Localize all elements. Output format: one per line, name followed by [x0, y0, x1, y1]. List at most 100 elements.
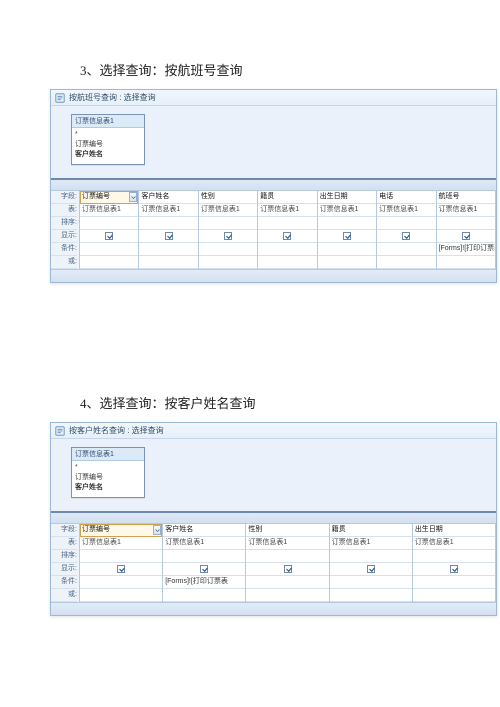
- cell-table[interactable]: 订票信息表1: [246, 537, 328, 550]
- cell-field[interactable]: 电话: [377, 191, 435, 204]
- cell-show[interactable]: [80, 230, 138, 243]
- cell-or[interactable]: [163, 589, 245, 602]
- cell-show[interactable]: [199, 230, 257, 243]
- cell-field[interactable]: 出生日期: [318, 191, 376, 204]
- source-field[interactable]: 订票编号: [75, 140, 141, 150]
- cell-or[interactable]: [139, 256, 197, 269]
- cell-show[interactable]: [80, 563, 162, 576]
- cell-criteria[interactable]: [413, 576, 495, 589]
- splitter[interactable]: [51, 180, 496, 191]
- cell-show[interactable]: [258, 230, 316, 243]
- cell-or[interactable]: [437, 256, 495, 269]
- cell-criteria[interactable]: [Forms]![打印订票表: [163, 576, 245, 589]
- splitter[interactable]: [51, 513, 496, 524]
- cell-or[interactable]: [80, 256, 138, 269]
- cell-show[interactable]: [437, 230, 495, 243]
- cell-table[interactable]: 订票信息表1: [80, 204, 138, 217]
- cell-or[interactable]: [377, 256, 435, 269]
- cell-sort[interactable]: [139, 217, 197, 230]
- cell-show[interactable]: [139, 230, 197, 243]
- source-all-fields[interactable]: *: [75, 463, 141, 473]
- cell-criteria[interactable]: [330, 576, 412, 589]
- cell-field[interactable]: 航班号: [437, 191, 495, 204]
- cell-table[interactable]: 订票信息表1: [330, 537, 412, 550]
- cell-sort[interactable]: [163, 550, 245, 563]
- cell-show[interactable]: [163, 563, 245, 576]
- cell-or[interactable]: [413, 589, 495, 602]
- checkbox-icon[interactable]: [200, 565, 208, 573]
- query-icon: [55, 426, 65, 436]
- cell-or[interactable]: [318, 256, 376, 269]
- grid-column: 订票编号订票信息表1: [80, 524, 163, 602]
- cell-field[interactable]: 出生日期: [413, 524, 495, 537]
- cell-table[interactable]: 订票信息表1: [437, 204, 495, 217]
- cell-field[interactable]: 性别: [199, 191, 257, 204]
- checkbox-icon[interactable]: [117, 565, 125, 573]
- source-all-fields[interactable]: *: [75, 130, 141, 140]
- cell-field[interactable]: 客户姓名: [163, 524, 245, 537]
- cell-sort[interactable]: [318, 217, 376, 230]
- cell-table[interactable]: 订票信息表1: [163, 537, 245, 550]
- cell-criteria[interactable]: [199, 243, 257, 256]
- cell-criteria[interactable]: [258, 243, 316, 256]
- source-table-box[interactable]: 订票信息表1*订票编号客户姓名: [71, 447, 145, 498]
- cell-show[interactable]: [413, 563, 495, 576]
- cell-table[interactable]: 订票信息表1: [139, 204, 197, 217]
- cell-table[interactable]: 订票信息表1: [258, 204, 316, 217]
- field-dropdown-icon[interactable]: [153, 525, 161, 535]
- cell-criteria[interactable]: [139, 243, 197, 256]
- source-table-box[interactable]: 订票信息表1*订票编号客户姓名: [71, 114, 145, 165]
- cell-criteria[interactable]: [Forms]![打印订票表: [437, 243, 495, 256]
- checkbox-icon[interactable]: [224, 232, 232, 240]
- cell-show[interactable]: [246, 563, 328, 576]
- cell-table[interactable]: 订票信息表1: [318, 204, 376, 217]
- cell-sort[interactable]: [80, 550, 162, 563]
- cell-criteria[interactable]: [80, 576, 162, 589]
- source-field[interactable]: 订票编号: [75, 473, 141, 483]
- cell-criteria[interactable]: [246, 576, 328, 589]
- cell-or[interactable]: [246, 589, 328, 602]
- cell-criteria[interactable]: [377, 243, 435, 256]
- cell-table[interactable]: 订票信息表1: [199, 204, 257, 217]
- cell-sort[interactable]: [258, 217, 316, 230]
- cell-field[interactable]: 籍贯: [258, 191, 316, 204]
- cell-criteria[interactable]: [318, 243, 376, 256]
- field-dropdown-icon[interactable]: [129, 192, 137, 202]
- cell-sort[interactable]: [80, 217, 138, 230]
- grid-row-labels: 字段:表:排序:显示:条件:或:: [51, 524, 80, 602]
- checkbox-icon[interactable]: [284, 565, 292, 573]
- cell-or[interactable]: [199, 256, 257, 269]
- checkbox-icon[interactable]: [165, 232, 173, 240]
- cell-field[interactable]: 订票编号: [80, 524, 162, 537]
- checkbox-icon[interactable]: [283, 232, 291, 240]
- source-field[interactable]: 客户姓名: [75, 150, 141, 160]
- checkbox-icon[interactable]: [105, 232, 113, 240]
- cell-field[interactable]: 性别: [246, 524, 328, 537]
- checkbox-icon[interactable]: [343, 232, 351, 240]
- cell-field[interactable]: 籍贯: [330, 524, 412, 537]
- cell-table[interactable]: 订票信息表1: [80, 537, 162, 550]
- source-field[interactable]: 客户姓名: [75, 483, 141, 493]
- checkbox-icon[interactable]: [367, 565, 375, 573]
- cell-show[interactable]: [377, 230, 435, 243]
- cell-show[interactable]: [330, 563, 412, 576]
- query-diagram-pane: 订票信息表1*订票编号客户姓名: [51, 439, 496, 513]
- cell-sort[interactable]: [330, 550, 412, 563]
- cell-sort[interactable]: [199, 217, 257, 230]
- checkbox-icon[interactable]: [450, 565, 458, 573]
- checkbox-icon[interactable]: [402, 232, 410, 240]
- cell-sort[interactable]: [413, 550, 495, 563]
- cell-sort[interactable]: [437, 217, 495, 230]
- cell-or[interactable]: [80, 589, 162, 602]
- cell-field[interactable]: 订票编号: [80, 191, 138, 204]
- cell-field[interactable]: 客户姓名: [139, 191, 197, 204]
- cell-show[interactable]: [318, 230, 376, 243]
- checkbox-icon[interactable]: [462, 232, 470, 240]
- cell-or[interactable]: [258, 256, 316, 269]
- cell-sort[interactable]: [377, 217, 435, 230]
- cell-sort[interactable]: [246, 550, 328, 563]
- cell-or[interactable]: [330, 589, 412, 602]
- cell-criteria[interactable]: [80, 243, 138, 256]
- cell-table[interactable]: 订票信息表1: [413, 537, 495, 550]
- cell-table[interactable]: 订票信息表1: [377, 204, 435, 217]
